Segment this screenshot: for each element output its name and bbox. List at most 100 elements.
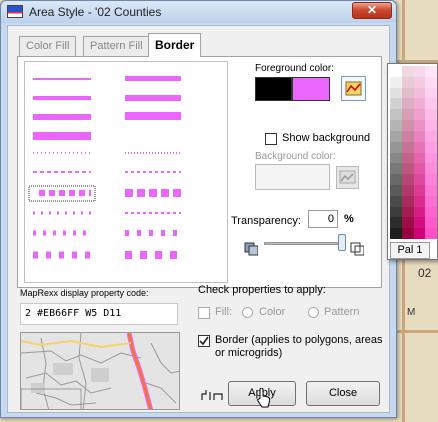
border-checkbox[interactable] bbox=[198, 335, 210, 347]
display-code-field[interactable]: 2 #EB66FF W5 D11 bbox=[20, 303, 178, 325]
palette-swatch[interactable] bbox=[401, 163, 414, 175]
palette-swatch[interactable] bbox=[390, 174, 402, 185]
palette-swatch[interactable] bbox=[401, 87, 414, 99]
palette-swatch[interactable] bbox=[390, 184, 402, 196]
foreground-swatch-pink[interactable] bbox=[292, 77, 330, 101]
pattern-radio-label: Pattern bbox=[324, 306, 360, 318]
palette-swatch[interactable] bbox=[413, 228, 426, 239]
palette-tab[interactable]: Pal 1 bbox=[390, 242, 430, 259]
checkmark-icon bbox=[199, 336, 209, 346]
preview-map-image bbox=[21, 333, 179, 409]
palette-swatch[interactable] bbox=[425, 195, 437, 207]
palette-swatch[interactable] bbox=[401, 109, 414, 121]
palette-swatch[interactable] bbox=[390, 120, 402, 131]
line-style-sample bbox=[125, 112, 181, 120]
palette-swatch[interactable] bbox=[425, 87, 437, 99]
color-picker-button[interactable] bbox=[341, 76, 366, 101]
area-style-dialog: Area Style - '02 Counties ✕ Color Fill P… bbox=[0, 0, 397, 418]
palette-swatch[interactable] bbox=[413, 141, 426, 153]
palette-swatch[interactable] bbox=[401, 228, 414, 239]
palette-swatch[interactable] bbox=[413, 87, 426, 99]
palette-swatch[interactable] bbox=[425, 228, 437, 239]
mouse-cursor-icon bbox=[257, 388, 271, 408]
palette-swatch[interactable] bbox=[390, 152, 402, 164]
palette-swatch[interactable] bbox=[413, 152, 426, 164]
transparency-input[interactable]: 0 bbox=[308, 210, 338, 228]
palette-swatch[interactable] bbox=[425, 163, 437, 175]
title-bar: Area Style - '02 Counties ✕ bbox=[1, 1, 396, 23]
palette-swatch[interactable] bbox=[401, 152, 414, 164]
background-swatch bbox=[255, 164, 330, 190]
foreground-swatch-black[interactable] bbox=[255, 77, 292, 101]
palette-swatch[interactable] bbox=[390, 228, 402, 239]
close-button[interactable]: Close bbox=[306, 381, 380, 406]
palette-swatch[interactable] bbox=[390, 87, 402, 99]
color-radio bbox=[242, 307, 253, 318]
border-panel: Foreground color: Show background Backgr… bbox=[17, 56, 382, 288]
palette-swatch[interactable] bbox=[425, 206, 437, 218]
palette-swatch[interactable] bbox=[401, 66, 414, 77]
palette-swatch[interactable] bbox=[401, 76, 414, 88]
palette-swatch[interactable] bbox=[425, 76, 437, 88]
show-background-label: Show background bbox=[282, 132, 371, 144]
palette-swatch[interactable] bbox=[390, 76, 402, 88]
palette-grid[interactable] bbox=[390, 66, 437, 239]
palette-swatch[interactable] bbox=[425, 120, 437, 131]
palette-swatch[interactable] bbox=[425, 109, 437, 121]
line-style-grid[interactable] bbox=[24, 61, 228, 283]
palette-swatch[interactable] bbox=[390, 163, 402, 175]
palette-swatch[interactable] bbox=[401, 206, 414, 218]
palette-swatch[interactable] bbox=[390, 66, 402, 77]
palette-swatch[interactable] bbox=[401, 174, 414, 185]
palette-swatch[interactable] bbox=[413, 66, 426, 77]
palette-swatch[interactable] bbox=[413, 98, 426, 110]
app-icon bbox=[7, 5, 23, 18]
palette-swatch[interactable] bbox=[401, 120, 414, 131]
show-background-checkbox[interactable] bbox=[265, 133, 277, 145]
palette-swatch[interactable] bbox=[425, 184, 437, 196]
palette-swatch[interactable] bbox=[401, 184, 414, 196]
palette-swatch[interactable] bbox=[413, 76, 426, 88]
palette-swatch[interactable] bbox=[390, 130, 402, 142]
pattern-radio bbox=[308, 307, 319, 318]
palette-swatch[interactable] bbox=[413, 184, 426, 196]
palette-swatch[interactable] bbox=[425, 152, 437, 164]
palette-swatch[interactable] bbox=[425, 130, 437, 142]
palette-swatch[interactable] bbox=[413, 206, 426, 218]
palette-swatch[interactable] bbox=[401, 141, 414, 153]
transparency-unit: % bbox=[344, 213, 354, 225]
palette-swatch[interactable] bbox=[413, 217, 426, 229]
tab-border[interactable]: Border bbox=[148, 33, 202, 57]
map-label: 02 bbox=[418, 266, 432, 280]
palette-swatch[interactable] bbox=[401, 98, 414, 110]
palette-swatch[interactable] bbox=[413, 120, 426, 131]
palette-swatch[interactable] bbox=[425, 141, 437, 153]
palette-swatch[interactable] bbox=[425, 174, 437, 185]
opaque-icon bbox=[244, 242, 258, 256]
palette-swatch[interactable] bbox=[413, 195, 426, 207]
palette-swatch[interactable] bbox=[390, 206, 402, 218]
palette-swatch[interactable] bbox=[390, 217, 402, 229]
line-style-samples[interactable] bbox=[25, 62, 227, 282]
palette-swatch[interactable] bbox=[390, 109, 402, 121]
tab-pattern-fill[interactable]: Pattern Fill bbox=[83, 36, 150, 56]
window-close-button[interactable]: ✕ bbox=[352, 2, 392, 19]
palette-swatch[interactable] bbox=[401, 195, 414, 207]
palette-swatch[interactable] bbox=[390, 98, 402, 110]
background-color-label: Background color: bbox=[255, 151, 336, 162]
palette-swatch[interactable] bbox=[390, 195, 402, 207]
palette-swatch[interactable] bbox=[401, 130, 414, 142]
palette-swatch[interactable] bbox=[425, 98, 437, 110]
palette-swatch[interactable] bbox=[413, 174, 426, 185]
palette-swatch[interactable] bbox=[425, 66, 437, 77]
palette-swatch[interactable] bbox=[413, 163, 426, 175]
palette-swatch[interactable] bbox=[413, 109, 426, 121]
palette-swatch[interactable] bbox=[401, 217, 414, 229]
palette-swatch[interactable] bbox=[425, 217, 437, 229]
palette-swatch[interactable] bbox=[413, 130, 426, 142]
line-style-sample bbox=[33, 96, 91, 100]
palette-swatch[interactable] bbox=[390, 141, 402, 153]
transparency-slider-track[interactable] bbox=[264, 242, 344, 245]
tab-color-fill[interactable]: Color Fill bbox=[19, 36, 77, 56]
transparency-slider-thumb[interactable] bbox=[338, 234, 346, 251]
